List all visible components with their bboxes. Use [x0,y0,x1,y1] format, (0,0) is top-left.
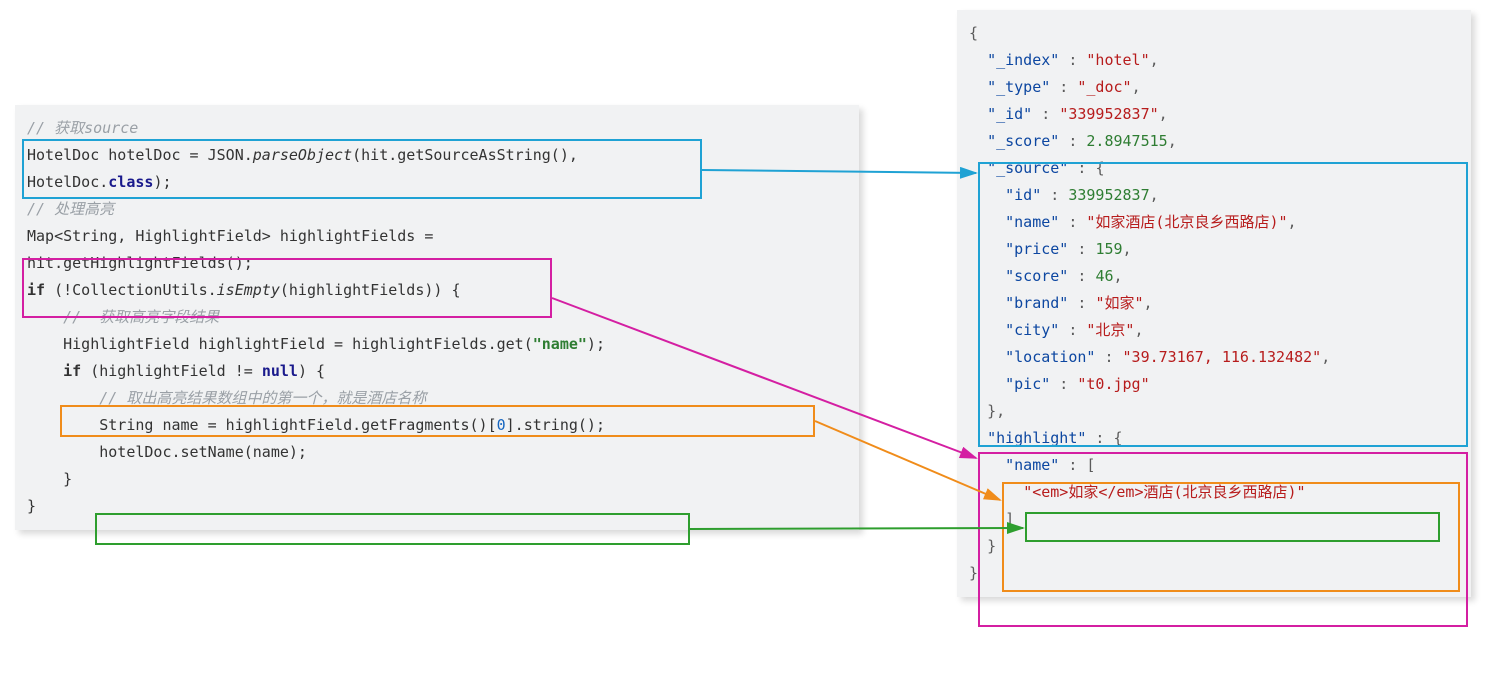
k-city: "city" [1005,321,1059,339]
line-highlight-fields: Map<String, HighlightField> highlightFie… [27,227,433,272]
k-id: "_id" [987,105,1032,123]
line-parse: HotelDoc hotelDoc = JSON.parseObject(hit… [27,146,578,191]
k-name: "name" [1005,213,1059,231]
v-brand: "如家" [1095,294,1143,312]
line-setname: hotelDoc.setName(name); [99,443,307,461]
json-root-close: } [969,564,978,582]
v-hlfragment: "<em>如家</em>酒店(北京良乡西路店)" [1023,483,1305,501]
json-root-open: { [969,24,978,42]
v-score: 2.8947515 [1086,132,1167,150]
v-index: "hotel" [1086,51,1149,69]
k-brand: "brand" [1005,294,1068,312]
hl-close: } [987,537,996,555]
k-pic: "pic" [1005,375,1050,393]
line-if-notempty: if (!CollectionUtils.isEmpty(highlightFi… [27,281,461,299]
k-sscore: "score" [1005,267,1068,285]
v-city: "北京" [1086,321,1134,339]
comment-get-field-result: // 获取高亮字段结果 [63,308,219,326]
k-score: "_score" [987,132,1059,150]
v-sid: 339952837 [1068,186,1149,204]
k-highlight: "highlight" [987,429,1086,447]
k-index: "_index" [987,51,1059,69]
comment-fragment: // 取出高亮结果数组中的第一个，就是酒店名称 [99,389,426,407]
v-sscore: 46 [1095,267,1113,285]
v-price: 159 [1095,240,1122,258]
line-if-notnull: if (highlightField != null) { [63,362,325,380]
v-loc: "39.73167, 116.132482" [1123,348,1322,366]
hlname-close: ] [1005,510,1014,528]
v-type: "_doc" [1077,78,1131,96]
k-price: "price" [1005,240,1068,258]
v-pic: "t0.jpg" [1077,375,1149,393]
java-code-panel: // 获取source HotelDoc hotelDoc = JSON.par… [15,105,859,530]
brace-close-inner: } [63,470,72,488]
brace-close-outer: } [27,497,36,515]
k-type: "_type" [987,78,1050,96]
source-close: }, [987,402,1005,420]
diagram-container: // 获取source HotelDoc hotelDoc = JSON.par… [10,10,1476,675]
v-id: "339952837" [1059,105,1158,123]
json-panel: { "_index" : "hotel", "_type" : "_doc", … [957,10,1471,597]
k-loc: "location" [1005,348,1095,366]
v-name: "如家酒店(北京良乡西路店)" [1086,213,1287,231]
line-fragment: String name = highlightField.getFragment… [99,416,605,434]
line-get-highlightfield: HighlightField highlightField = highligh… [63,335,605,353]
k-sid: "id" [1005,186,1041,204]
k-source: "_source" [987,159,1068,177]
k-hlname: "name" [1005,456,1059,474]
comment-get-source: // 获取source [27,119,138,137]
comment-highlight: // 处理高亮 [27,200,114,218]
